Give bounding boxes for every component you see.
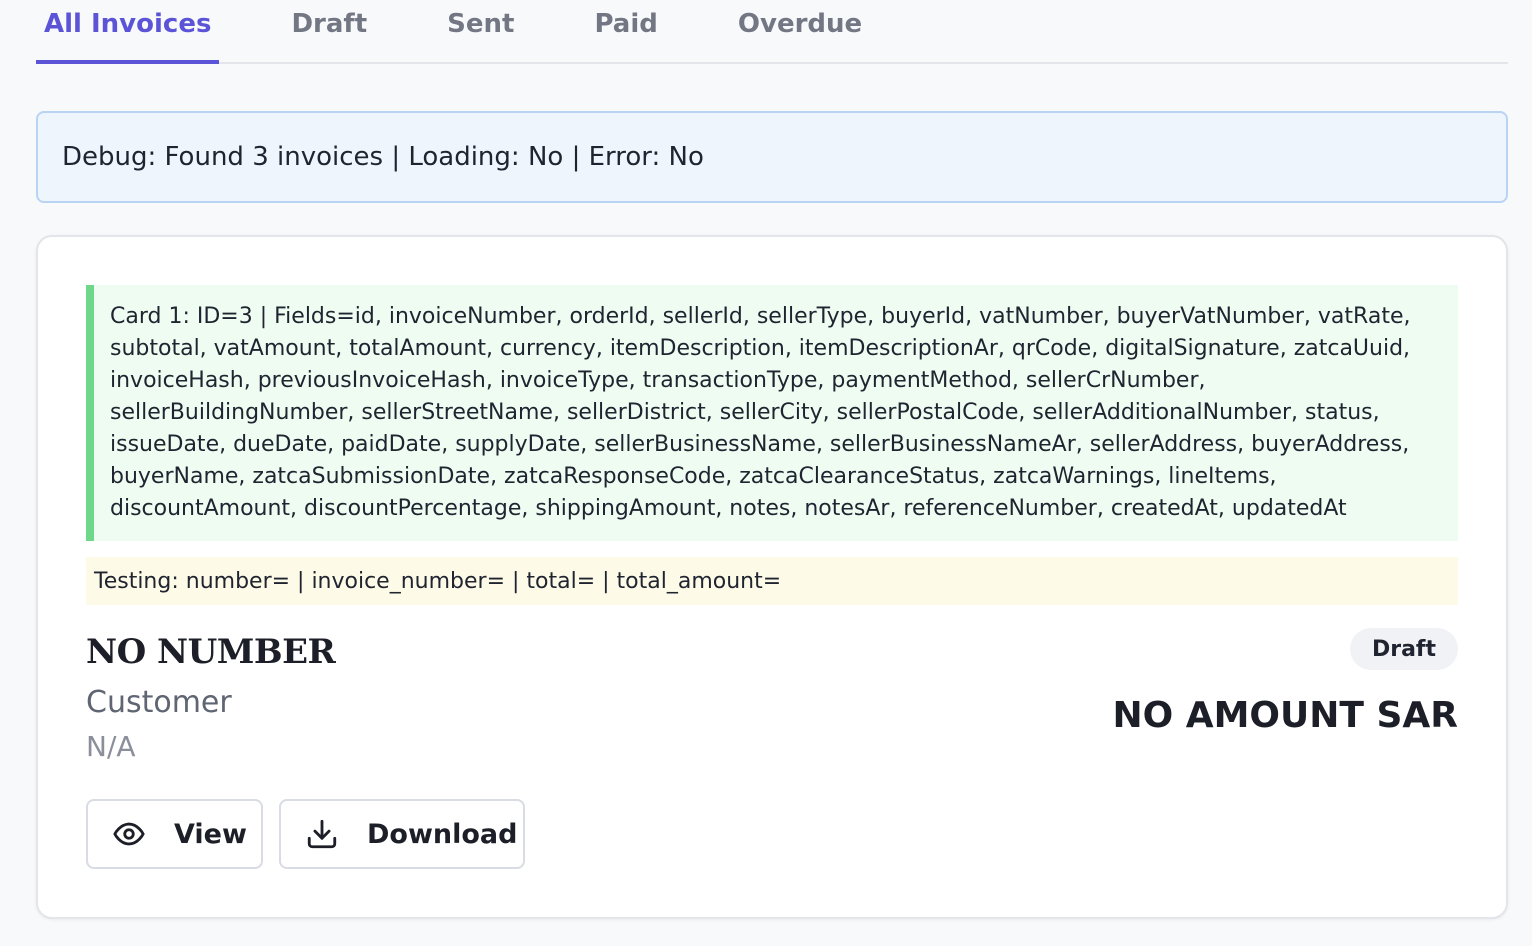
download-button[interactable]: Download <box>279 799 525 869</box>
testing-debug-note: Testing: number= | invoice_number= | tot… <box>86 557 1458 605</box>
view-button-label: View <box>174 818 247 850</box>
invoices-page: All Invoices Draft Sent Paid Overdue Deb… <box>0 0 1532 946</box>
status-badge-label: Draft <box>1371 636 1436 662</box>
invoice-tabs: All Invoices Draft Sent Paid Overdue <box>36 0 1508 64</box>
fields-debug-note: Card 1: ID=3 | Fields=id, invoiceNumber,… <box>86 285 1458 541</box>
customer-value: N/A <box>86 730 136 763</box>
tab-all-invoices[interactable]: All Invoices <box>36 0 220 64</box>
download-button-label: Download <box>367 818 518 850</box>
tab-overdue[interactable]: Overdue <box>730 0 870 62</box>
tab-paid[interactable]: Paid <box>586 0 665 62</box>
customer-label: Customer <box>86 685 232 720</box>
view-button[interactable]: View <box>86 799 263 869</box>
debug-text: Debug: Found 3 invoices | Loading: No | … <box>62 142 704 172</box>
debug-banner: Debug: Found 3 invoices | Loading: No | … <box>36 111 1508 203</box>
testing-text: Testing: number= | invoice_number= | tot… <box>94 568 782 594</box>
invoice-number: NO NUMBER <box>86 632 336 672</box>
status-badge: Draft <box>1349 628 1458 670</box>
download-icon <box>305 817 339 851</box>
invoice-amount: NO AMOUNT SAR <box>1112 695 1458 736</box>
tab-draft[interactable]: Draft <box>283 0 375 62</box>
eye-icon <box>112 817 146 851</box>
tab-sent[interactable]: Sent <box>439 0 522 62</box>
invoice-card: Card 1: ID=3 | Fields=id, invoiceNumber,… <box>36 235 1508 919</box>
